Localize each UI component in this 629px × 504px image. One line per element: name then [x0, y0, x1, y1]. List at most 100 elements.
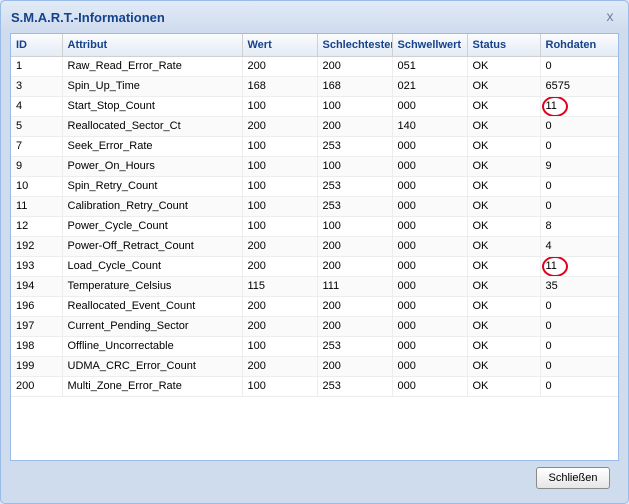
cell-text: OK [472, 300, 489, 312]
table-row[interactable]: 4 Start_Stop_Count 100 100 000 OK 11 [11, 96, 618, 117]
cell-status: OK [467, 156, 541, 177]
cell-status: OK [467, 296, 541, 317]
cell-text: 7 [16, 140, 23, 152]
cell-text: 11 [16, 200, 28, 212]
cell-text: OK [472, 120, 489, 132]
cell-status: OK [467, 76, 541, 97]
cell-text: OK [472, 320, 489, 332]
cell-wert: 200 [242, 296, 318, 317]
cell-schlechtester: 100 [317, 216, 393, 237]
cell-text: 0 [545, 300, 552, 312]
cell-schwellwert: 000 [392, 196, 468, 217]
cell-attribut: Raw_Read_Error_Rate [62, 56, 243, 77]
table-row[interactable]: 1 Raw_Read_Error_Rate 200 200 051 OK 0 [11, 56, 618, 77]
cell-wert: 168 [242, 76, 318, 97]
cell-rohdaten: 0 [540, 296, 618, 317]
table-row[interactable]: 197 Current_Pending_Sector 200 200 000 OK 0 [11, 316, 618, 337]
cell-schlechtester: 111 [317, 276, 393, 297]
table-row[interactable]: 9 Power_On_Hours 100 100 000 OK 9 [11, 156, 618, 177]
cell-text: 200 [322, 120, 341, 132]
cell-status: OK [467, 376, 541, 397]
cell-text: 100 [247, 200, 266, 212]
column-header-schwellwert[interactable]: Schwellwert [392, 34, 468, 57]
column-header-id[interactable]: ID [11, 34, 63, 57]
cell-text: 253 [322, 140, 341, 152]
cell-id: 10 [11, 176, 63, 197]
cell-status: OK [467, 96, 541, 117]
dialog-titlebar[interactable]: S.M.A.R.T.-Informationen x [1, 1, 628, 31]
column-header-attribut[interactable]: Attribut [62, 34, 243, 57]
cell-schlechtester: 253 [317, 336, 393, 357]
table-row[interactable]: 199 UDMA_CRC_Error_Count 200 200 000 OK 0 [11, 356, 618, 377]
cell-wert: 115 [242, 276, 318, 297]
cell-text: Temperature_Celsius [67, 280, 172, 292]
table-row[interactable]: 192 Power-Off_Retract_Count 200 200 000 OK 4 [11, 236, 618, 257]
close-button[interactable]: Schließen [536, 467, 610, 489]
cell-text: 000 [397, 100, 416, 112]
table-row[interactable]: 193 Load_Cycle_Count 200 200 000 OK 11 [11, 256, 618, 277]
cell-text: Multi_Zone_Error_Rate [67, 380, 182, 392]
cell-schlechtester: 253 [317, 176, 393, 197]
column-header-wert[interactable]: Wert [242, 34, 318, 57]
cell-text: 198 [16, 340, 35, 352]
cell-text: 6575 [545, 80, 570, 92]
cell-rohdaten: 9 [540, 156, 618, 177]
table-row[interactable]: 198 Offline_Uncorrectable 100 253 000 OK 0 [11, 336, 618, 357]
cell-wert: 100 [242, 176, 318, 197]
cell-schwellwert: 000 [392, 356, 468, 377]
column-header-status[interactable]: Status [467, 34, 541, 57]
cell-status: OK [467, 236, 541, 257]
cell-text: 100 [247, 100, 266, 112]
cell-schlechtester: 100 [317, 96, 393, 117]
table-row[interactable]: 12 Power_Cycle_Count 100 100 000 OK 8 [11, 216, 618, 237]
cell-schlechtester: 200 [317, 296, 393, 317]
cell-attribut: Reallocated_Event_Count [62, 296, 243, 317]
cell-schwellwert: 000 [392, 336, 468, 357]
table-row[interactable]: 11 Calibration_Retry_Count 100 253 000 OK 0 [11, 196, 618, 217]
cell-text: UDMA_CRC_Error_Count [67, 360, 196, 372]
cell-attribut: Start_Stop_Count [62, 96, 243, 117]
cell-status: OK [467, 336, 541, 357]
cell-text: Raw_Read_Error_Rate [67, 60, 182, 72]
table-row[interactable]: 194 Temperature_Celsius 115 111 000 OK 35 [11, 276, 618, 297]
cell-text: 194 [16, 280, 35, 292]
cell-id: 196 [11, 296, 63, 317]
cell-text: 0 [545, 360, 552, 372]
cell-attribut: Power-Off_Retract_Count [62, 236, 243, 257]
cell-rohdaten: 0 [540, 336, 618, 357]
cell-rohdaten: 6575 [540, 76, 618, 97]
cell-text: 100 [247, 140, 266, 152]
close-icon[interactable]: x [602, 8, 618, 24]
cell-rohdaten: 11 [540, 256, 618, 277]
cell-schwellwert: 000 [392, 156, 468, 177]
cell-text: OK [472, 380, 489, 392]
table-row[interactable]: 7 Seek_Error_Rate 100 253 000 OK 0 [11, 136, 618, 157]
cell-id: 197 [11, 316, 63, 337]
cell-text: OK [472, 80, 489, 92]
cell-schwellwert: 021 [392, 76, 468, 97]
table-row[interactable]: 5 Reallocated_Sector_Ct 200 200 140 OK 0 [11, 116, 618, 137]
cell-text: OK [472, 340, 489, 352]
table-row[interactable]: 10 Spin_Retry_Count 100 253 000 OK 0 [11, 176, 618, 197]
smart-info-dialog: S.M.A.R.T.-Informationen x ID Attribut W… [0, 0, 629, 504]
table-row[interactable]: 196 Reallocated_Event_Count 200 200 000 OK 0 [11, 296, 618, 317]
column-header-schlechtester[interactable]: Schlechtester [317, 34, 393, 57]
cell-wert: 200 [242, 316, 318, 337]
cell-id: 5 [11, 116, 63, 137]
table-row[interactable]: 200 Multi_Zone_Error_Rate 100 253 000 OK 0 [11, 376, 618, 397]
cell-attribut: Multi_Zone_Error_Rate [62, 376, 243, 397]
cell-rohdaten: 0 [540, 356, 618, 377]
cell-schwellwert: 000 [392, 276, 468, 297]
table-row[interactable]: 3 Spin_Up_Time 168 168 021 OK 6575 [11, 76, 618, 97]
cell-attribut: UDMA_CRC_Error_Count [62, 356, 243, 377]
cell-id: 9 [11, 156, 63, 177]
cell-wert: 200 [242, 236, 318, 257]
cell-attribut: Offline_Uncorrectable [62, 336, 243, 357]
cell-text: OK [472, 360, 489, 372]
cell-text: 000 [397, 220, 416, 232]
cell-id: 12 [11, 216, 63, 237]
cell-attribut: Reallocated_Sector_Ct [62, 116, 243, 137]
cell-text: OK [472, 180, 489, 192]
column-header-rohdaten[interactable]: Rohdaten [540, 34, 618, 57]
cell-text: 100 [322, 100, 341, 112]
